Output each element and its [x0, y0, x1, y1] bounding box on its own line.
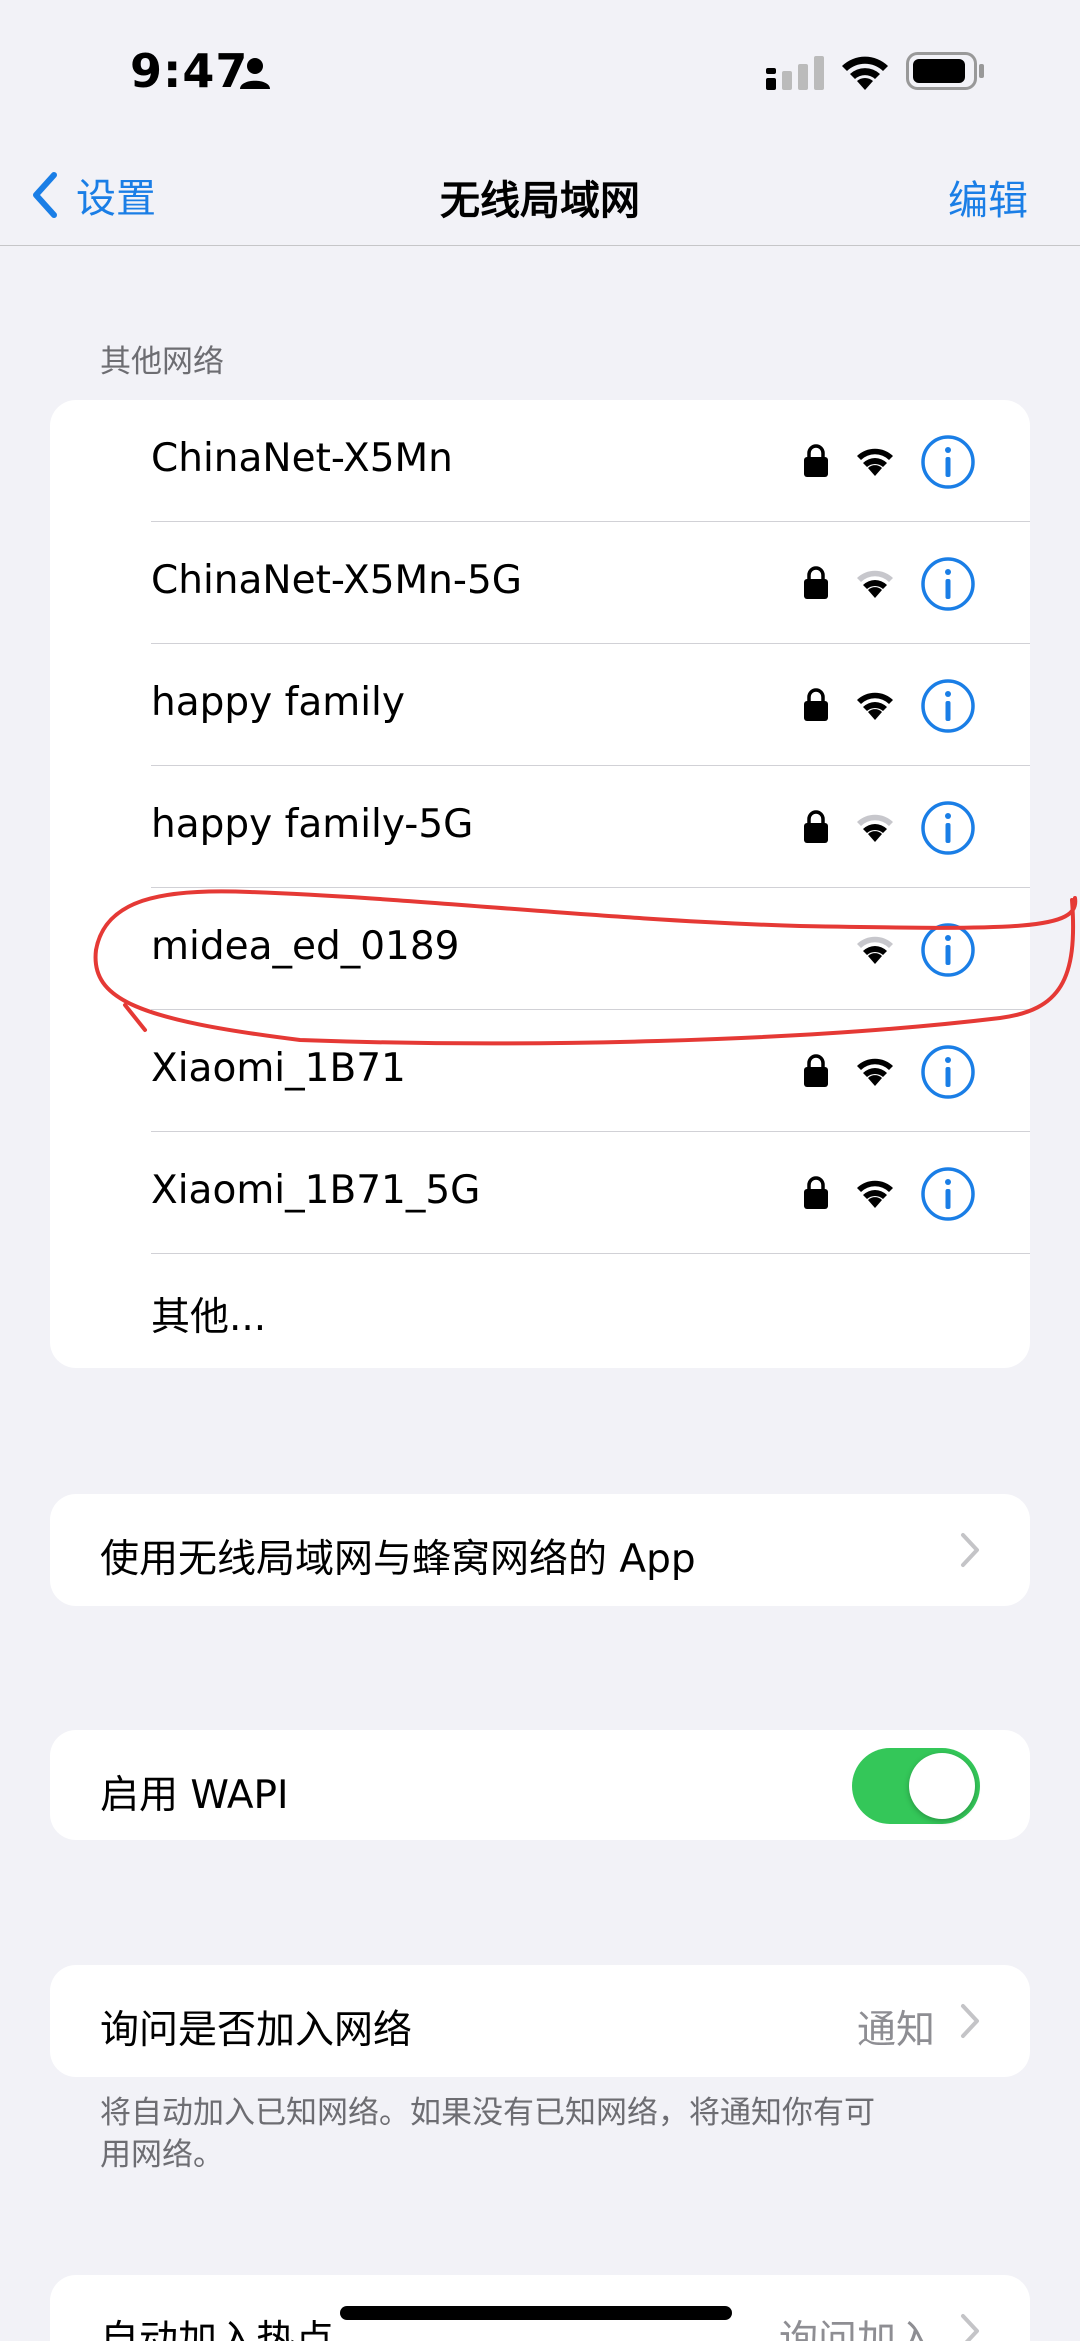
network-name: Xiaomi_1B71_5G — [151, 1168, 481, 1213]
page-title: 无线局域网 — [440, 178, 640, 224]
lock-icon — [804, 566, 828, 599]
wifi-signal-icon — [857, 936, 893, 964]
info-icon[interactable] — [920, 678, 976, 734]
info-icon[interactable] — [920, 800, 976, 856]
enable-wapi-toggle[interactable] — [852, 1748, 980, 1824]
lock-icon — [804, 688, 828, 721]
lock-icon — [804, 1054, 828, 1087]
auto-join-hotspot-label: 自动加入热点 — [100, 2318, 335, 2341]
network-row[interactable]: happy family-5G — [50, 766, 1030, 888]
toggle-knob — [909, 1753, 975, 1819]
network-row[interactable]: Xiaomi_1B71_5G — [50, 1132, 1030, 1254]
network-name: happy family-5G — [151, 802, 474, 847]
auto-join-hotspot-value: 询问加入 — [778, 2318, 935, 2341]
network-row[interactable]: Xiaomi_1B71 — [50, 1010, 1030, 1132]
ask-to-join-label: 询问是否加入网络 — [100, 2008, 413, 2053]
info-icon[interactable] — [920, 556, 976, 612]
network-name: ChinaNet-X5Mn-5G — [151, 558, 522, 603]
home-indicator[interactable] — [340, 2306, 732, 2320]
wifi-signal-icon — [857, 692, 893, 720]
wifi-icon — [842, 56, 888, 90]
lock-icon — [804, 810, 828, 843]
wifi-signal-icon — [857, 570, 893, 598]
info-icon[interactable] — [920, 922, 976, 978]
enable-wapi-label: 启用 WAPI — [100, 1773, 289, 1818]
network-name: Xiaomi_1B71 — [151, 1046, 406, 1091]
wifi-signal-icon — [857, 1058, 893, 1086]
info-icon[interactable] — [920, 1044, 976, 1100]
status-bar: 9:47 — [0, 0, 1080, 150]
network-list: ChinaNet-X5Mn ChinaNet-X5Mn-5G happy famil… — [50, 400, 1030, 1368]
lock-icon — [804, 444, 828, 477]
network-row[interactable]: happy family — [50, 644, 1030, 766]
ask-to-join-value: 通知 — [856, 2008, 935, 2053]
apps-using-wlan-row[interactable]: 使用无线局域网与蜂窝网络的 App — [50, 1494, 1030, 1606]
network-name: happy family — [151, 680, 405, 725]
wifi-signal-icon — [857, 448, 893, 476]
network-name: midea_ed_0189 — [151, 924, 460, 969]
network-row[interactable]: ChinaNet-X5Mn — [50, 400, 1030, 522]
person-icon — [240, 58, 270, 89]
lock-icon — [804, 1176, 828, 1209]
edit-button[interactable]: 编辑 — [948, 168, 1028, 226]
chevron-right-icon — [961, 2004, 979, 2038]
section-header-other-networks: 其他网络 — [100, 344, 224, 380]
navigation-bar: 设置 无线局域网 编辑 — [0, 150, 1080, 246]
other-network-row[interactable]: 其他... — [50, 1254, 1030, 1368]
enable-wapi-row: 启用 WAPI — [50, 1730, 1030, 1840]
ask-to-join-note: 将自动加入已知网络。如果没有已知网络，将通知你有可用网络。 — [100, 2095, 875, 2173]
wifi-signal-icon — [857, 814, 893, 842]
ask-to-join-row[interactable]: 询问是否加入网络 通知 — [50, 1965, 1030, 2077]
status-time: 9:47 — [130, 44, 249, 98]
battery-icon — [906, 52, 984, 90]
network-name: ChinaNet-X5Mn — [151, 436, 453, 481]
wifi-signal-icon — [857, 1180, 893, 1208]
cellular-signal-icon — [766, 56, 824, 90]
chevron-right-icon — [961, 2314, 979, 2341]
apps-using-wlan-label: 使用无线局域网与蜂窝网络的 App — [100, 1537, 696, 1582]
other-network-label: 其他... — [151, 1295, 267, 1340]
network-row[interactable]: ChinaNet-X5Mn-5G — [50, 522, 1030, 644]
chevron-right-icon — [961, 1533, 979, 1567]
info-icon[interactable] — [920, 434, 976, 490]
info-icon[interactable] — [920, 1166, 976, 1222]
network-row[interactable]: midea_ed_0189 — [50, 888, 1030, 1010]
